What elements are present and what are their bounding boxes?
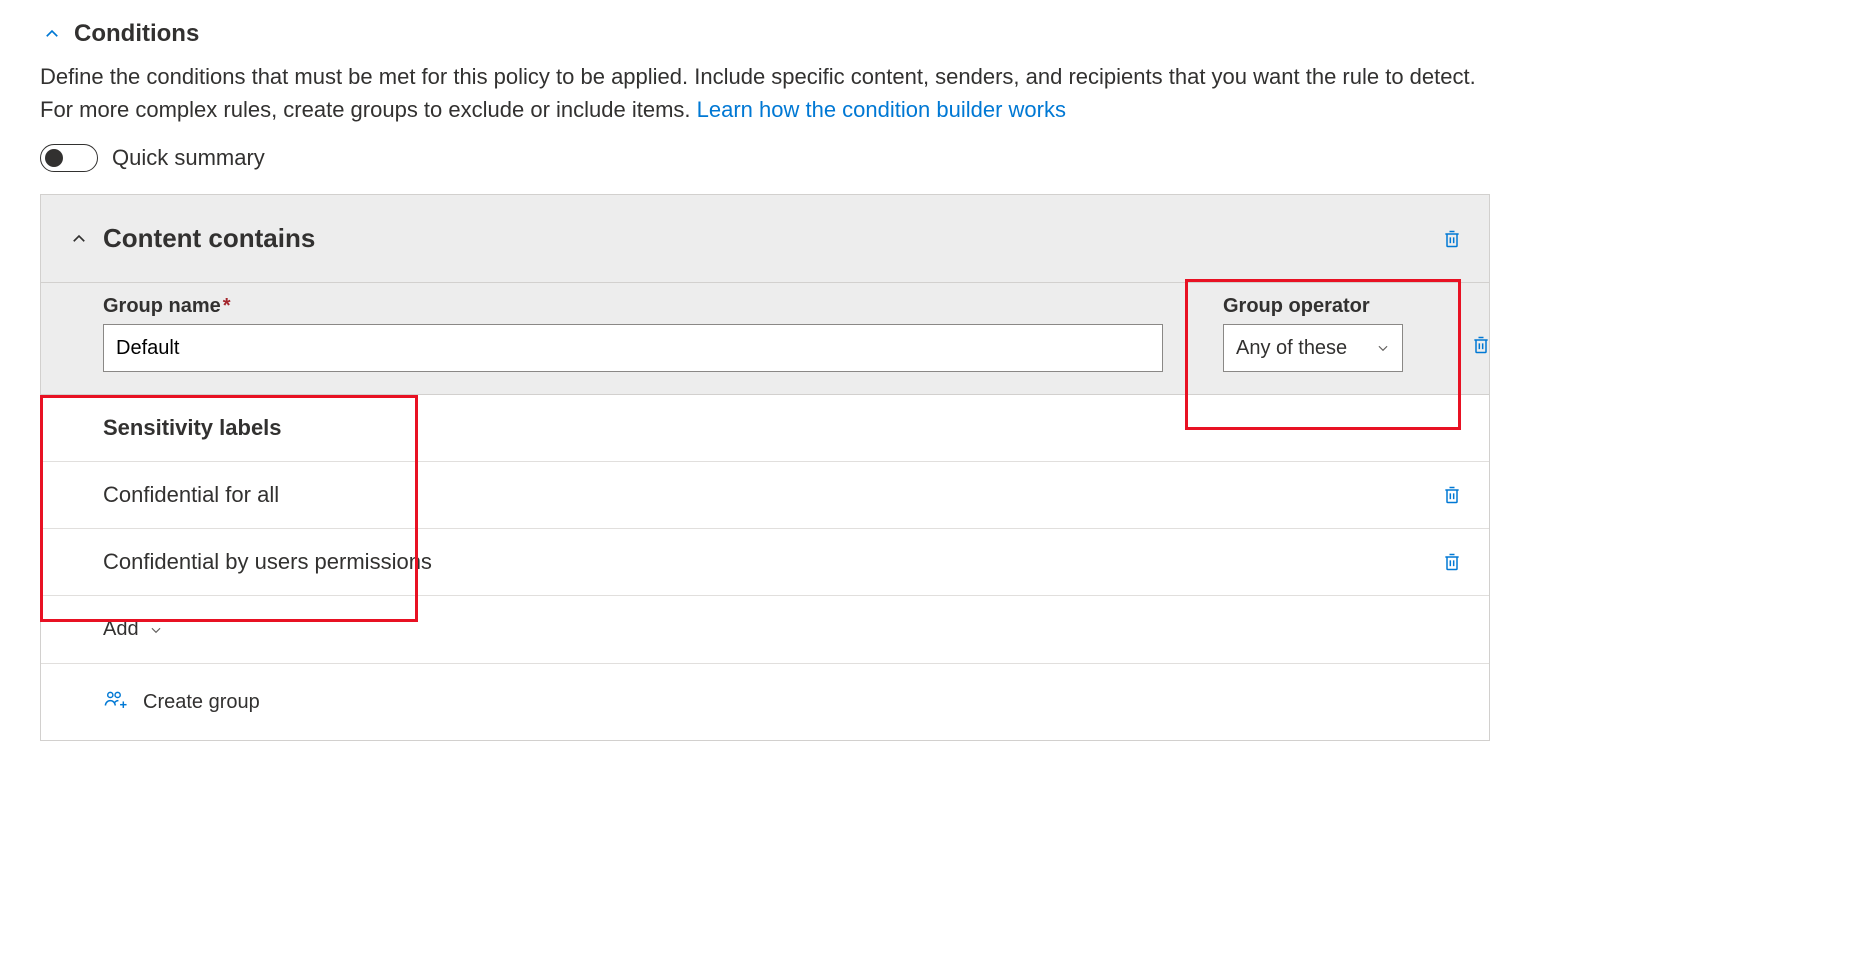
- content-contains-title: Content contains: [103, 223, 315, 254]
- label-name: Confidential for all: [103, 482, 279, 508]
- learn-more-link[interactable]: Learn how the condition builder works: [697, 97, 1066, 122]
- collapse-conditions-chevron[interactable]: [40, 22, 64, 46]
- group-name-label: Group name*: [103, 295, 1163, 318]
- chevron-down-icon: [1376, 341, 1390, 355]
- delete-label-button[interactable]: [1441, 483, 1463, 507]
- content-contains-header: Content contains: [41, 195, 1489, 283]
- label-name: Confidential by users permissions: [103, 549, 432, 575]
- group-operator-label: Group operator: [1223, 295, 1403, 318]
- quick-summary-label: Quick summary: [112, 145, 265, 171]
- group-operator-select[interactable]: Any of these: [1223, 324, 1403, 372]
- list-item: Confidential for all: [41, 462, 1489, 529]
- delete-label-button[interactable]: [1441, 550, 1463, 574]
- group-operator-value: Any of these: [1236, 337, 1347, 360]
- chevron-down-icon: [149, 623, 163, 637]
- conditions-description: Define the conditions that must be met f…: [40, 60, 1480, 126]
- sensitivity-labels-section: Sensitivity labels Confidential for all …: [41, 395, 1489, 740]
- group-name-input[interactable]: [103, 324, 1163, 372]
- add-label: Add: [103, 618, 139, 641]
- delete-condition-button[interactable]: [1441, 227, 1463, 251]
- add-dropdown-button[interactable]: Add: [103, 618, 163, 641]
- conditions-title: Conditions: [74, 20, 199, 48]
- toggle-knob: [45, 149, 63, 167]
- quick-summary-toggle[interactable]: [40, 144, 98, 172]
- condition-panel: Content contains Group name* Group opera…: [40, 194, 1490, 741]
- collapse-content-chevron[interactable]: [67, 227, 91, 251]
- list-item: Confidential by users permissions: [41, 529, 1489, 596]
- required-asterisk: *: [223, 295, 231, 317]
- create-group-button[interactable]: Create group: [143, 691, 260, 714]
- sensitivity-labels-heading: Sensitivity labels: [41, 395, 1489, 462]
- group-config-row: Group name* Group operator Any of these: [41, 283, 1489, 395]
- group-icon: [103, 688, 129, 716]
- delete-group-button[interactable]: [1471, 333, 1491, 357]
